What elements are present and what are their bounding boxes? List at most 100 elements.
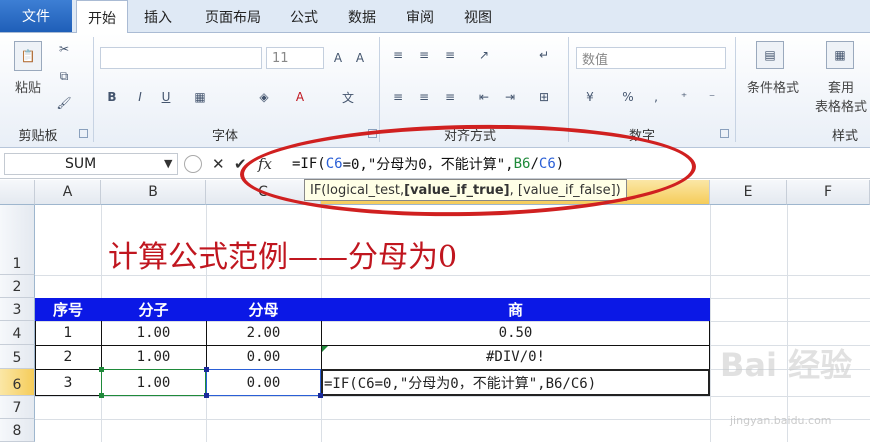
table-cell[interactable]: 2: [35, 345, 101, 369]
phonetic-icon[interactable]: 文: [340, 89, 356, 105]
clipboard-group-label: 剪贴板: [18, 129, 58, 144]
table-cell[interactable]: 2.00: [206, 321, 321, 345]
merge-center-icon[interactable]: ⊞: [536, 89, 552, 105]
wrap-text-icon[interactable]: ↵: [536, 47, 552, 63]
group-divider: [568, 37, 569, 142]
grow-font-icon[interactable]: A: [330, 50, 346, 66]
format-as-table-button[interactable]: 套用 表格格式: [812, 79, 870, 117]
watermark-logo: Bai 经验: [720, 346, 853, 384]
tab-data[interactable]: 数据: [337, 0, 387, 33]
row-header-5[interactable]: 5: [0, 345, 35, 369]
fill-color-icon[interactable]: ◈: [256, 89, 272, 105]
percent-icon[interactable]: %: [620, 89, 636, 105]
font-name-combo[interactable]: [100, 47, 262, 69]
currency-icon[interactable]: ¥: [582, 89, 598, 105]
align-bottom-icon[interactable]: ≡: [442, 47, 458, 63]
row-header-7[interactable]: 7: [0, 396, 35, 419]
format-as-table-line2: 表格格式: [814, 100, 867, 115]
row-header-1[interactable]: 1: [0, 205, 35, 275]
cancel-icon[interactable]: ✕: [212, 155, 225, 173]
row-header-6[interactable]: 6: [0, 369, 35, 396]
font-group-label: 字体: [211, 129, 238, 144]
tab-insert[interactable]: 插入: [134, 0, 182, 33]
tab-review[interactable]: 审阅: [395, 0, 445, 33]
underline-icon[interactable]: U: [158, 89, 174, 105]
group-divider: [379, 37, 380, 142]
col-header-a[interactable]: A: [35, 180, 101, 205]
gridline: [787, 205, 788, 442]
bold-icon[interactable]: B: [104, 89, 120, 105]
table-cell[interactable]: 1: [35, 321, 101, 345]
table-cell[interactable]: 0.50: [321, 321, 710, 345]
col-header-b[interactable]: B: [101, 180, 206, 205]
header-cell-numerator[interactable]: 分子: [101, 298, 206, 321]
format-as-table-icon[interactable]: ▦: [826, 41, 854, 69]
ribbon-tab-bar: 文件 开始 插入 页面布局 公式 数据 审阅 视图: [0, 0, 870, 34]
error-indicator-icon: [322, 346, 328, 352]
tab-formulas[interactable]: 公式: [280, 0, 328, 33]
group-divider: [93, 37, 94, 142]
shrink-font-icon[interactable]: A: [352, 50, 368, 66]
format-as-table-line1: 套用: [827, 81, 854, 96]
table-cell-b6-ref[interactable]: 1.00: [101, 369, 206, 396]
header-cell-index[interactable]: 序号: [35, 298, 101, 321]
borders-icon[interactable]: ▦: [192, 89, 208, 105]
table-cell[interactable]: 0.00: [206, 345, 321, 369]
sheet-title[interactable]: 计算公式范例——分母为0: [108, 232, 457, 276]
increase-decimal-icon[interactable]: ⁺: [676, 89, 692, 105]
name-box[interactable]: SUM: [4, 153, 178, 175]
ref-handle[interactable]: [204, 367, 209, 372]
font-size-combo[interactable]: 11: [266, 47, 324, 69]
align-left-icon[interactable]: ≡: [390, 89, 406, 105]
increase-indent-icon[interactable]: ⇥: [502, 89, 518, 105]
row-header-2[interactable]: 2: [0, 275, 35, 298]
tab-page-layout[interactable]: 页面布局: [193, 0, 273, 33]
italic-icon[interactable]: I: [132, 89, 148, 105]
cut-icon[interactable]: ✂: [56, 41, 72, 57]
paste-button[interactable]: 粘贴: [8, 79, 48, 98]
conditional-format-button[interactable]: 条件格式: [740, 79, 806, 98]
ref-handle[interactable]: [99, 367, 104, 372]
font-color-icon[interactable]: A: [292, 89, 308, 105]
file-tab[interactable]: 文件: [0, 0, 72, 32]
tab-home[interactable]: 开始: [76, 0, 128, 34]
number-launcher-icon[interactable]: [720, 129, 729, 138]
paste-icon[interactable]: 📋: [14, 41, 42, 71]
row-header-4[interactable]: 4: [0, 321, 35, 345]
gridline: [35, 396, 870, 397]
chevron-down-icon[interactable]: ▼: [164, 157, 172, 170]
table-cell[interactable]: 1.00: [101, 345, 206, 369]
table-cell-c6-ref[interactable]: 0.00: [206, 369, 321, 396]
header-cell-quotient[interactable]: 商: [321, 298, 710, 321]
col-header-e[interactable]: E: [710, 180, 787, 205]
comma-icon[interactable]: ,: [648, 89, 664, 105]
number-format-combo[interactable]: 数值: [576, 47, 726, 69]
tab-view[interactable]: 视图: [453, 0, 503, 33]
resize-handle[interactable]: [184, 155, 202, 173]
align-center-icon[interactable]: ≡: [416, 89, 432, 105]
copy-icon[interactable]: ⧉: [56, 68, 72, 84]
select-all-corner[interactable]: [0, 180, 35, 205]
align-right-icon[interactable]: ≡: [442, 89, 458, 105]
decrease-decimal-icon[interactable]: ⁻: [704, 89, 720, 105]
row-header-3[interactable]: 3: [0, 298, 35, 321]
col-header-f[interactable]: F: [787, 180, 870, 205]
align-middle-icon[interactable]: ≡: [416, 47, 432, 63]
table-cell[interactable]: 3: [35, 369, 101, 396]
conditional-format-icon[interactable]: ▤: [756, 41, 784, 69]
watermark-url: jingyan.baidu.com: [730, 414, 832, 427]
row-header-8[interactable]: 8: [0, 419, 35, 442]
clipboard-launcher-icon[interactable]: [79, 129, 88, 138]
ref-handle[interactable]: [204, 393, 209, 398]
header-cell-denominator[interactable]: 分母: [206, 298, 321, 321]
ref-handle[interactable]: [99, 393, 104, 398]
active-cell-d6[interactable]: =IF(C6=0,"分母为0，不能计算",B6/C6): [321, 369, 710, 396]
ref-handle[interactable]: [318, 393, 323, 398]
table-cell[interactable]: 1.00: [101, 321, 206, 345]
orientation-icon[interactable]: ↗: [476, 47, 492, 63]
decrease-indent-icon[interactable]: ⇤: [476, 89, 492, 105]
format-painter-icon[interactable]: 🖌: [56, 95, 72, 111]
table-cell[interactable]: #DIV/0!: [321, 345, 710, 369]
styles-group-label: 样式: [831, 129, 858, 144]
align-top-icon[interactable]: ≡: [390, 47, 406, 63]
